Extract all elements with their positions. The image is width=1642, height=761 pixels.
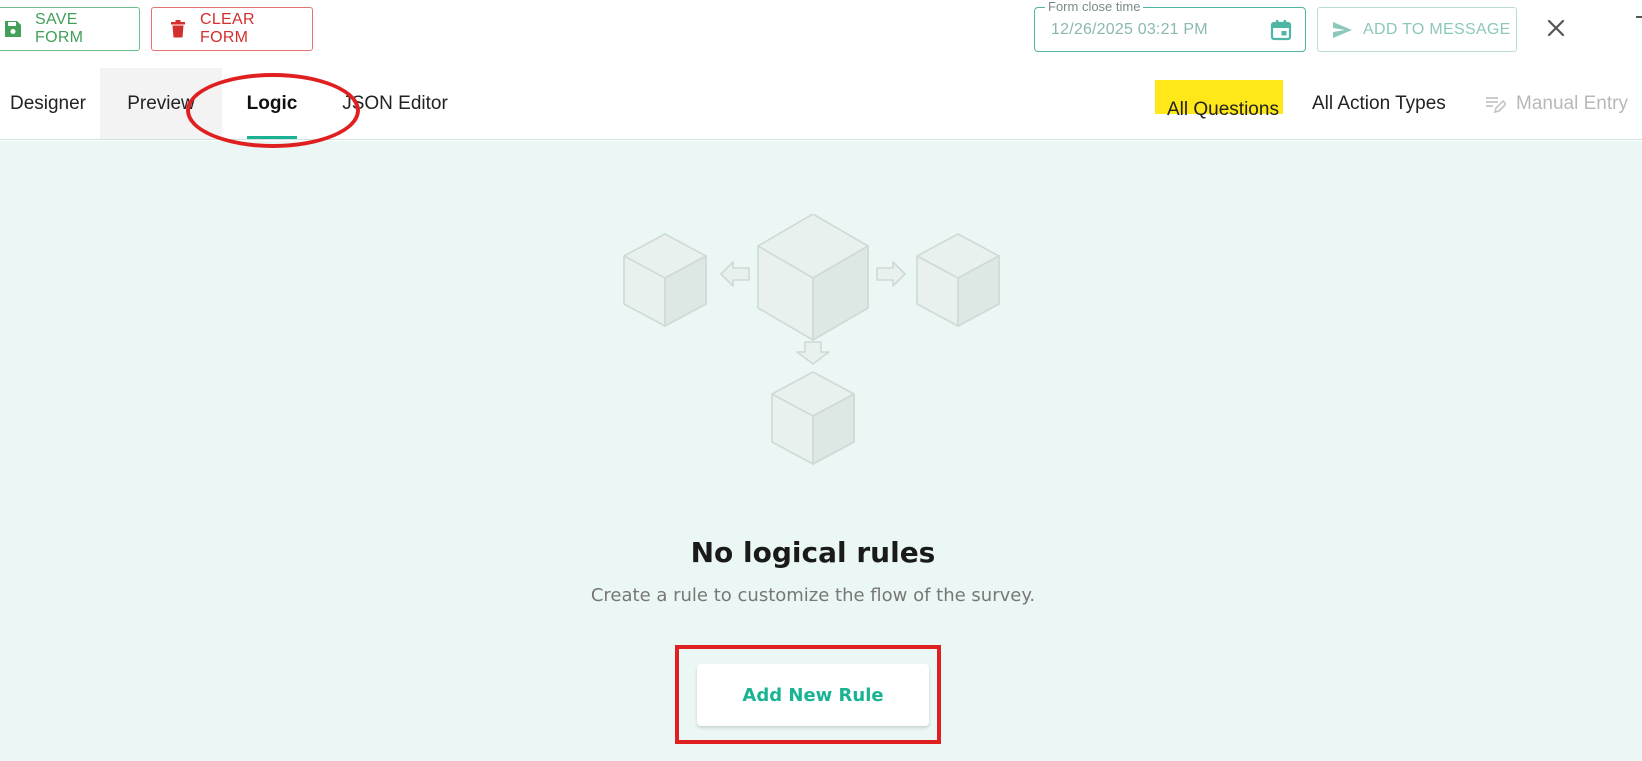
save-form-label: SAVE FORM	[35, 11, 84, 46]
edge-fragment	[1636, 16, 1642, 18]
form-close-time-field[interactable]: Form close time 12/26/2025 03:21 PM	[1034, 0, 1306, 52]
active-tab-indicator	[247, 136, 297, 139]
manual-entry-label: Manual Entry	[1516, 92, 1628, 114]
tab-bar: Designer Preview Logic JSON Editor All Q…	[0, 68, 1642, 140]
logic-flow-illustration	[620, 213, 1005, 484]
tab-designer[interactable]: Designer	[0, 68, 98, 139]
clear-form-button[interactable]: CLEAR FORM	[151, 7, 313, 51]
floppy-disk-icon	[3, 19, 23, 39]
arrow-right-icon	[876, 261, 906, 287]
manual-entry-button[interactable]: Manual Entry	[1484, 68, 1642, 139]
form-close-time-value[interactable]: 12/26/2025 03:21 PM	[1051, 21, 1208, 39]
empty-state-title: No logical rules	[690, 536, 936, 569]
cube-bottom-icon	[771, 371, 855, 465]
calendar-icon[interactable]	[1269, 18, 1293, 42]
tab-preview[interactable]: Preview	[100, 68, 222, 139]
tab-logic-label: Logic	[246, 92, 298, 114]
arrow-down-icon	[796, 341, 830, 365]
add-to-message-label: ADD TO MESSAGE	[1363, 20, 1511, 38]
all-action-types-filter[interactable]: All Action Types	[1312, 68, 1452, 139]
form-close-time-label: Form close time	[1045, 0, 1144, 15]
cube-center-icon	[757, 213, 869, 341]
edit-list-icon	[1484, 93, 1506, 115]
tab-json-editor[interactable]: JSON Editor	[330, 68, 460, 139]
clear-form-label: CLEAR FORM	[200, 11, 255, 46]
close-icon[interactable]	[1542, 14, 1570, 42]
cube-left-icon	[623, 233, 707, 327]
empty-state-subtitle: Create a rule to customize the flow of t…	[590, 585, 1036, 606]
tab-logic[interactable]: Logic	[222, 68, 322, 139]
add-new-rule-button[interactable]: Add New Rule	[697, 664, 929, 726]
all-questions-label: All Questions	[1167, 98, 1279, 120]
send-icon	[1331, 19, 1353, 41]
arrow-left-icon	[720, 261, 750, 287]
save-form-button[interactable]: SAVE FORM	[0, 7, 140, 51]
trash-icon	[168, 19, 188, 39]
top-toolbar: SAVE FORM CLEAR FORM Form close time 12/…	[0, 0, 1642, 68]
add-to-message-button[interactable]: ADD TO MESSAGE	[1317, 7, 1517, 52]
all-questions-filter[interactable]: All Questions	[1155, 68, 1283, 139]
cube-right-icon	[916, 233, 1000, 327]
